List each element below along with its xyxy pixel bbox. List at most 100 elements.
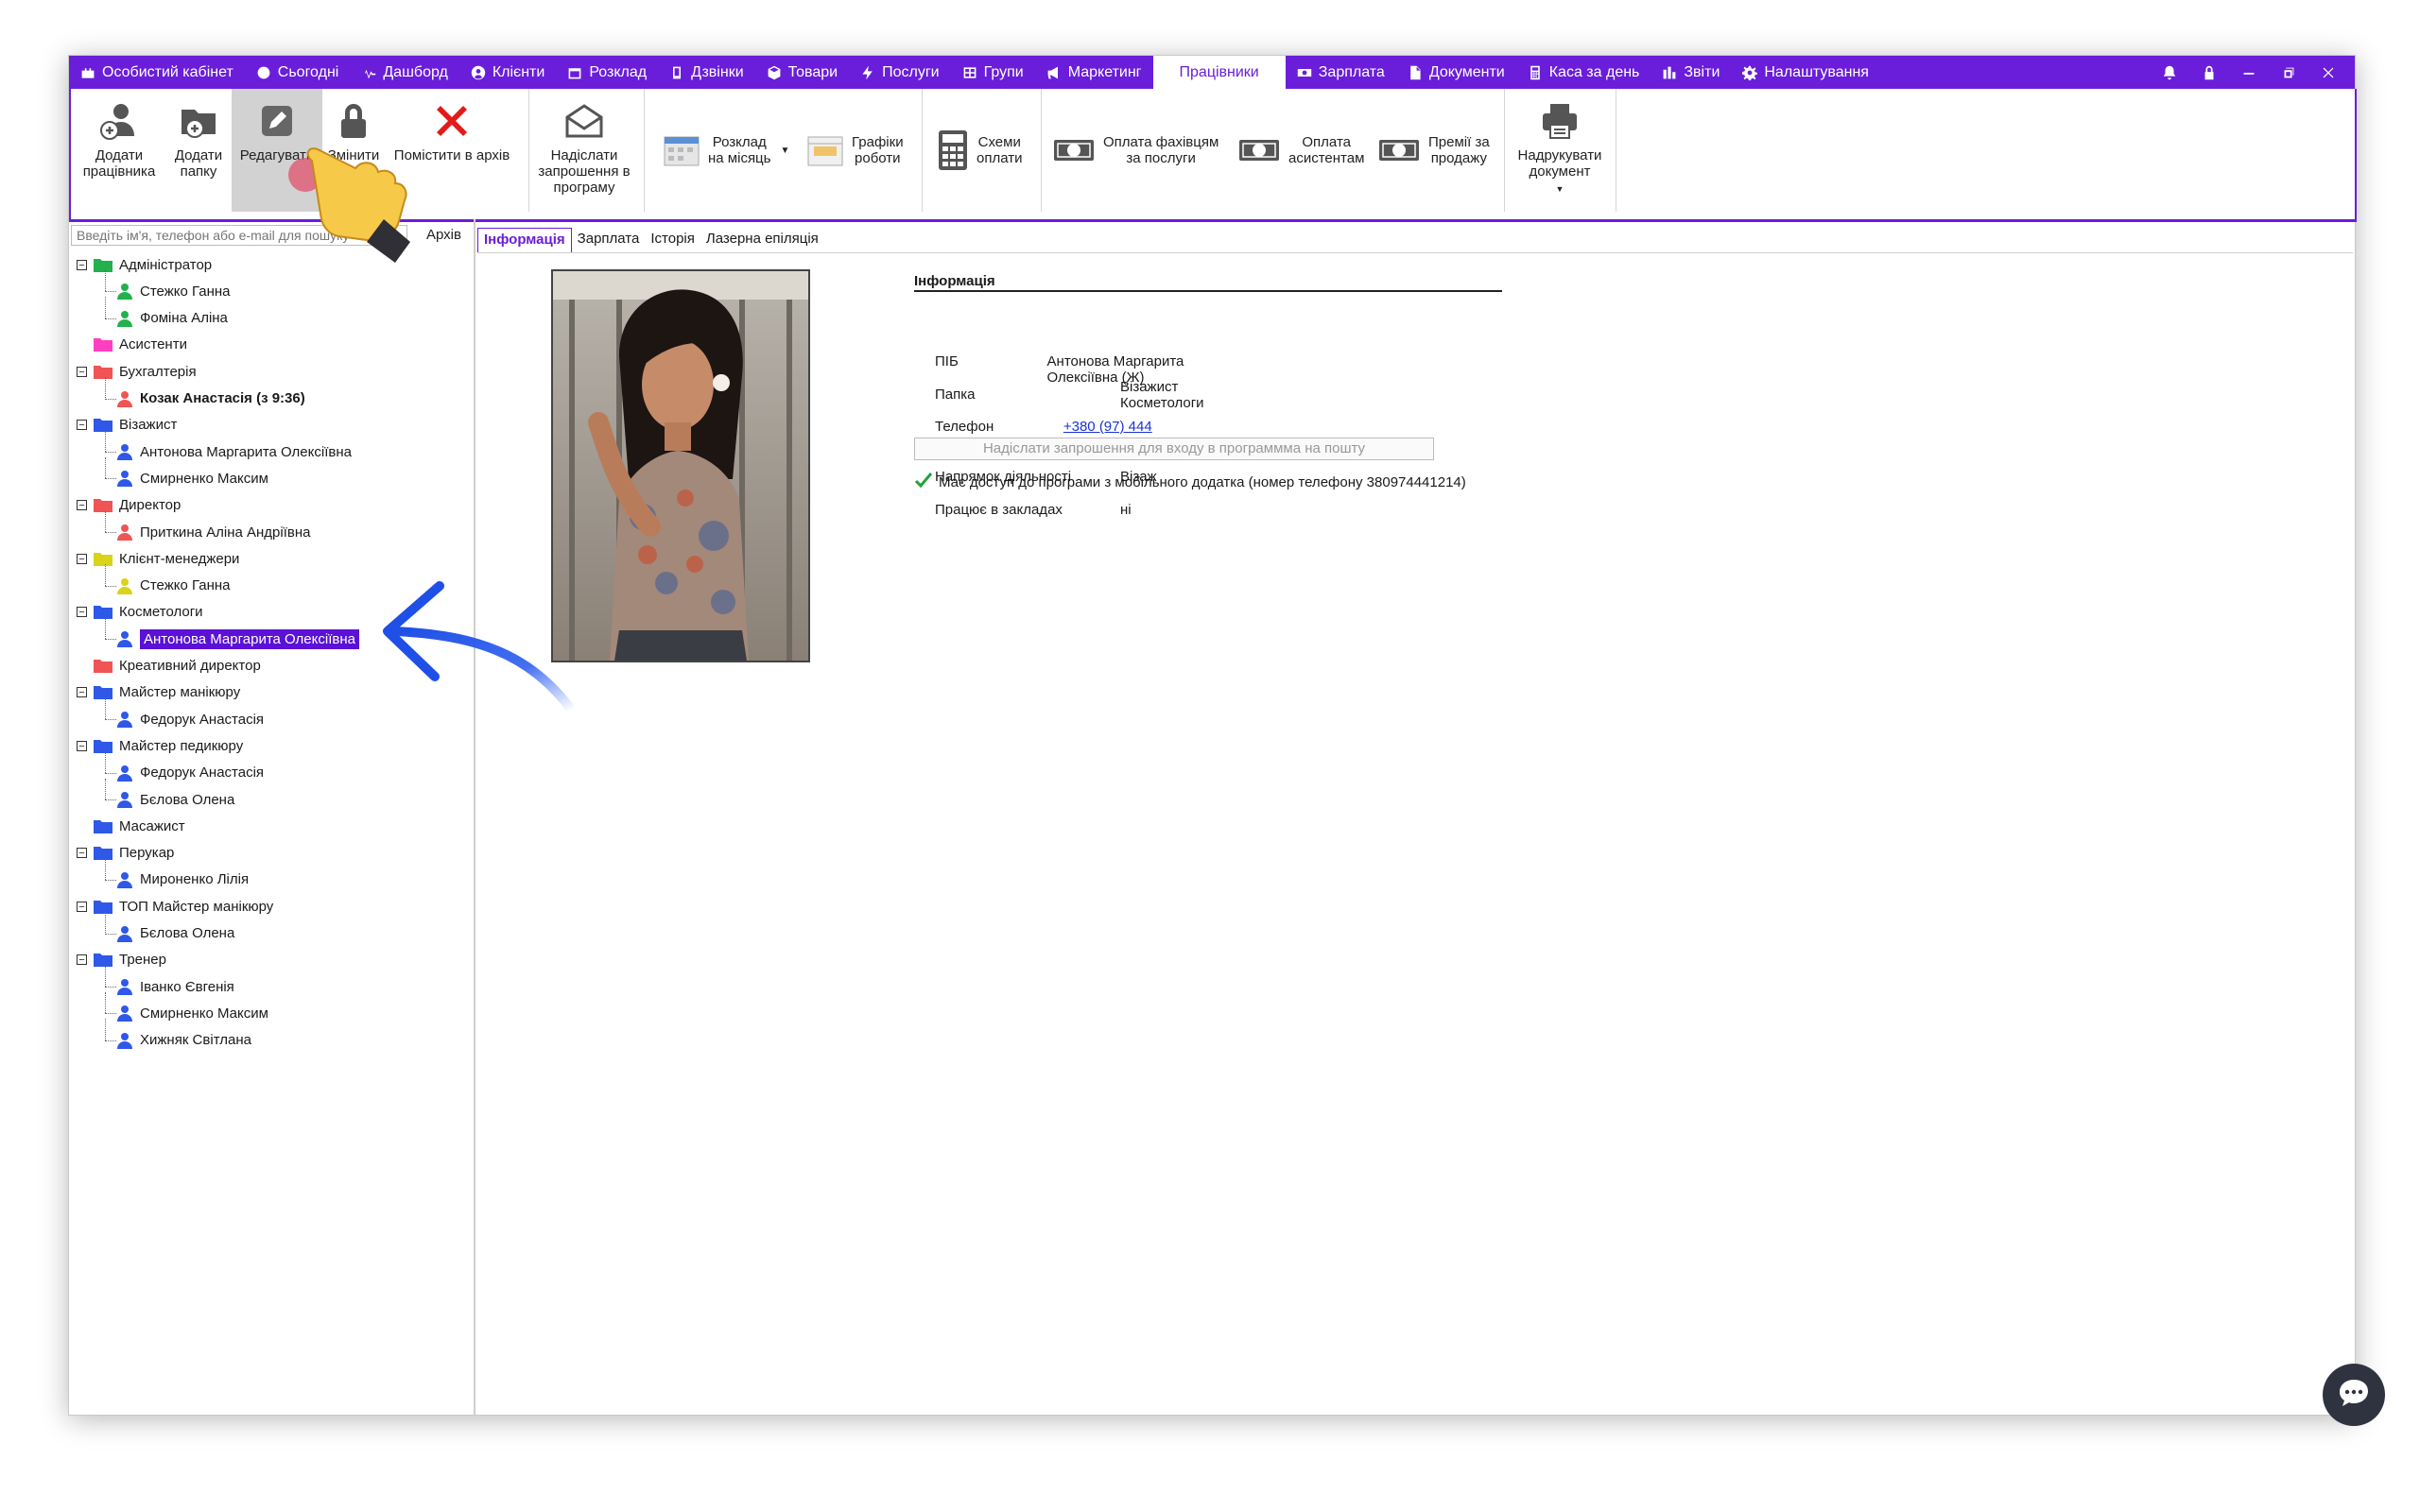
collapse-toggle-icon[interactable]: − [77, 901, 87, 912]
money-icon [1297, 65, 1312, 80]
tab-2[interactable]: Історія [645, 228, 700, 252]
collapse-toggle-icon[interactable]: − [77, 420, 87, 431]
tree-folder[interactable]: − Бухгалтерія [77, 358, 197, 385]
nav-item-6[interactable]: Товари [755, 56, 849, 89]
add-folder-button[interactable]: Додати папку [165, 89, 232, 212]
tree-employee[interactable]: Смирненко Максим [116, 465, 268, 491]
tree-employee[interactable]: Хижняк Світлана [116, 1027, 251, 1054]
printer-icon [1537, 89, 1582, 144]
nav-item-12[interactable]: Документи [1396, 56, 1516, 89]
ribbon-separator [922, 89, 923, 212]
restore-icon[interactable] [2279, 63, 2298, 82]
collapse-toggle-icon[interactable]: − [77, 500, 87, 511]
tree-folder[interactable]: Масажист [94, 813, 185, 839]
chevron-down-icon[interactable]: ▼ [780, 143, 789, 159]
collapse-toggle-icon[interactable]: − [77, 259, 87, 270]
tree-folder[interactable]: − Майстер манікюру [77, 679, 240, 706]
nav-item-15[interactable]: Налаштування [1731, 56, 1880, 89]
nav-item-9[interactable]: Маркетинг [1035, 56, 1153, 89]
chat-button[interactable] [2323, 1364, 2385, 1426]
nav-item-4[interactable]: Розклад [556, 56, 658, 89]
pencil-icon [254, 89, 300, 144]
edit-button[interactable]: Редагувати [232, 89, 322, 212]
send-email-invite-button[interactable]: Надіслати запрошення для входу в програм… [914, 438, 1434, 460]
works-in-row: Працює в закладах ні [935, 502, 1132, 518]
tree-employee[interactable]: Мироненко Лілія [116, 867, 249, 893]
tree-connector [105, 398, 116, 400]
person-icon [116, 443, 140, 461]
tree-folder[interactable]: − ТОП Майстер манікюру [77, 893, 273, 919]
tree-folder[interactable]: − Косметологи [77, 599, 203, 626]
schedule-month-button[interactable]: Розклад на місяць ▼ [663, 127, 789, 174]
person-icon [116, 283, 140, 301]
nav-item-5[interactable]: Дзвінки [658, 56, 755, 89]
nav-item-0[interactable]: Особистий кабінет [69, 56, 245, 89]
archive-button[interactable]: Помістити в архів [389, 89, 515, 212]
nav-item-10[interactable]: Працівники [1152, 56, 1286, 89]
lock-icon[interactable] [2200, 63, 2219, 82]
nav-item-1[interactable]: Сьогодні [245, 56, 351, 89]
tree-employee[interactable]: Бєлова Олена [116, 920, 234, 947]
nav-item-8[interactable]: Групи [951, 56, 1035, 89]
tab-0[interactable]: Інформація [477, 228, 572, 253]
collapse-toggle-icon[interactable]: − [77, 366, 87, 377]
tree-folder[interactable]: − Директор [77, 492, 181, 519]
collapse-toggle-icon[interactable]: − [77, 553, 87, 564]
archive-filter-label[interactable]: Архів [426, 227, 461, 243]
tree-employee[interactable]: Іванко Євгенія [116, 973, 234, 1000]
pay-specialists-button[interactable]: Оплата фахівцям за послуги [1052, 127, 1219, 174]
nav-item-14[interactable]: Звіти [1651, 56, 1731, 89]
tree-employee[interactable]: Козак Анастасія (з 9:36) [116, 386, 305, 412]
nav-item-13[interactable]: Каса за день [1516, 56, 1651, 89]
tree-employee[interactable]: Стежко Ганна [116, 278, 231, 304]
bell-icon[interactable] [2160, 63, 2179, 82]
collapse-toggle-icon[interactable]: − [77, 954, 87, 966]
tree-connector [105, 772, 116, 774]
tree-connector [105, 697, 106, 720]
work-graphs-button[interactable]: Графіки роботи [806, 127, 904, 174]
tree-employee[interactable]: Стежко Ганна [116, 573, 231, 599]
pay-assistants-button[interactable]: Оплата асистентам [1237, 127, 1364, 174]
search-input[interactable] [71, 225, 407, 246]
tree-employee[interactable]: Антонова Маргарита Олексіївна [116, 438, 352, 465]
nav-item-2[interactable]: Дашборд [350, 56, 459, 89]
folder-icon [94, 900, 119, 914]
tree-employee[interactable]: Федорук Анастасія [116, 706, 264, 732]
chevron-down-icon[interactable]: ▼ [1556, 181, 1564, 198]
tree-employee[interactable]: Федорук Анастасія [116, 760, 264, 786]
nav-item-11[interactable]: Зарплата [1286, 56, 1396, 89]
pay-schemes-button[interactable]: Схеми оплати [937, 127, 1022, 174]
change-password-button[interactable]: Змінити [322, 89, 385, 212]
tree-folder[interactable]: − Візажист [77, 412, 177, 438]
nav-item-7[interactable]: Послуги [849, 56, 951, 89]
tree-folder[interactable]: − Адміністратор [77, 251, 212, 278]
tree-connector [105, 318, 116, 319]
add-employee-button[interactable]: Додати працівника [77, 89, 162, 212]
minimize-icon[interactable] [2239, 63, 2258, 82]
tree-employee[interactable]: Бєлова Олена [116, 786, 234, 813]
collapse-toggle-icon[interactable]: − [77, 687, 87, 698]
close-icon[interactable] [2319, 63, 2338, 82]
collapse-toggle-icon[interactable]: − [77, 607, 87, 618]
info-value: Візажист Косметологи [1120, 379, 1204, 411]
works-in-label: Працює в закладах [935, 502, 1063, 518]
nav-item-3[interactable]: Клієнти [459, 56, 556, 89]
send-invite-button[interactable]: Надіслати запрошення в програму [532, 89, 636, 212]
tree-employee[interactable]: Фоміна Аліна [116, 305, 228, 332]
tree-folder[interactable]: − Клієнт-менеджери [77, 545, 239, 572]
tab-3[interactable]: Лазерна епіляція [700, 228, 824, 252]
collapse-toggle-icon[interactable]: − [77, 848, 87, 859]
tree-employee[interactable]: Приткина Аліна Андріївна [116, 519, 310, 545]
sales-bonus-button[interactable]: Премії за продажу [1377, 127, 1490, 174]
tree-folder[interactable]: Креативний директор [94, 653, 261, 679]
ribbon-separator [1041, 89, 1042, 212]
collapse-toggle-icon[interactable]: − [77, 740, 87, 751]
folder-icon [94, 552, 119, 566]
tree-employee[interactable]: Антонова Маргарита Олексіївна [116, 626, 359, 652]
tree-folder[interactable]: − Майстер педикюру [77, 732, 243, 759]
tree-folder[interactable]: Асистенти [94, 332, 187, 358]
tree-employee[interactable]: Смирненко Максим [116, 1000, 268, 1026]
print-document-button[interactable]: Надрукувати документ ▼ [1508, 89, 1612, 212]
chat-bubble-icon [2337, 1377, 2371, 1414]
tab-1[interactable]: Зарплата [572, 228, 646, 252]
